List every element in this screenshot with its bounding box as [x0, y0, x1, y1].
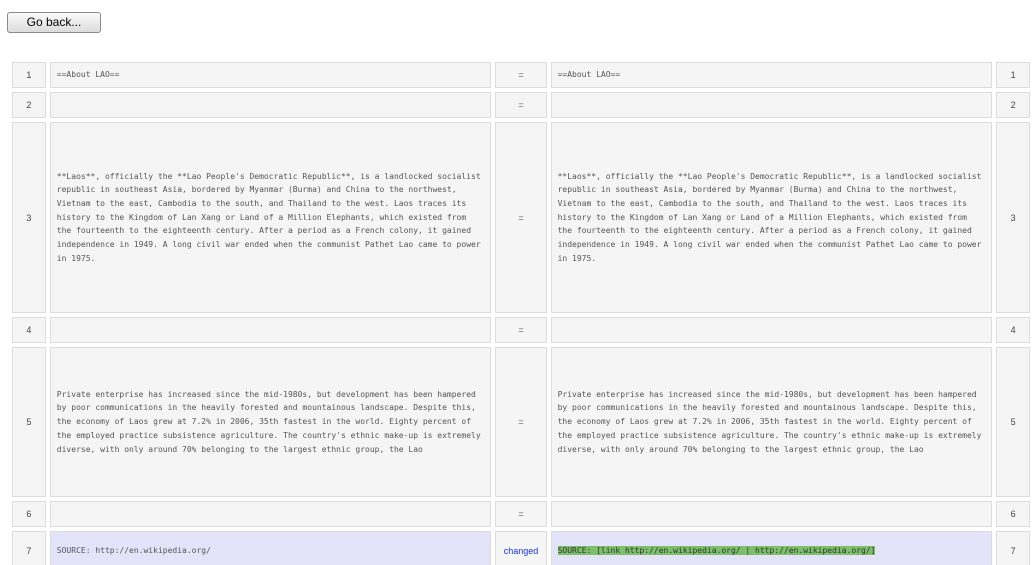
go-back-button[interactable]: Go back...	[7, 12, 101, 33]
left-line-number: 2	[12, 92, 46, 118]
left-line-text: ==About LAO==	[49, 62, 492, 88]
right-line-number: 7	[996, 531, 1030, 565]
right-line-text	[550, 92, 993, 118]
right-line-number: 4	[996, 317, 1030, 343]
left-line-text	[49, 501, 492, 527]
right-line-text: SOURCE: [link http://en.wikipedia.org/ |…	[550, 531, 993, 565]
left-line-text: Private enterprise has increased since t…	[49, 347, 492, 497]
left-line-text	[49, 317, 492, 343]
left-line-text: SOURCE: http://en.wikipedia.org/	[49, 531, 492, 565]
diff-status: =	[495, 62, 547, 88]
right-line-number: 3	[996, 122, 1030, 313]
left-line-number: 1	[12, 62, 46, 88]
left-line-number: 3	[12, 122, 46, 313]
right-line-text: **Laos**, officially the **Lao People's …	[550, 122, 993, 313]
added-text-highlight: SOURCE: [link http://en.wikipedia.org/ |…	[557, 546, 876, 556]
diff-status: =	[495, 92, 547, 118]
left-line-text	[49, 92, 492, 118]
diff-row: 6 = 6	[12, 501, 1030, 527]
diff-row: 4 = 4	[12, 317, 1030, 343]
diff-row: 2 = 2	[12, 92, 1030, 118]
diff-table: 1 ==About LAO== = ==About LAO== 1 2 = 2 …	[8, 58, 1033, 565]
right-line-number: 1	[996, 62, 1030, 88]
right-line-number: 6	[996, 501, 1030, 527]
diff-row: 3 **Laos**, officially the **Lao People'…	[12, 122, 1030, 313]
right-line-text: Private enterprise has increased since t…	[550, 347, 993, 497]
left-line-number: 4	[12, 317, 46, 343]
right-line-text: ==About LAO==	[550, 62, 993, 88]
right-line-number: 2	[996, 92, 1030, 118]
diff-row: 5 Private enterprise has increased since…	[12, 347, 1030, 497]
left-line-text: **Laos**, officially the **Lao People's …	[49, 122, 492, 313]
diff-row-changed: 7 SOURCE: http://en.wikipedia.org/ chang…	[12, 531, 1030, 565]
diff-status: =	[495, 347, 547, 497]
diff-status: =	[495, 501, 547, 527]
diff-row: 1 ==About LAO== = ==About LAO== 1	[12, 62, 1030, 88]
left-line-number: 5	[12, 347, 46, 497]
right-line-text	[550, 501, 993, 527]
right-line-text	[550, 317, 993, 343]
left-line-number: 6	[12, 501, 46, 527]
diff-status: changed	[495, 531, 547, 565]
right-line-number: 5	[996, 347, 1030, 497]
diff-status: =	[495, 122, 547, 313]
left-line-number: 7	[12, 531, 46, 565]
diff-status: =	[495, 317, 547, 343]
